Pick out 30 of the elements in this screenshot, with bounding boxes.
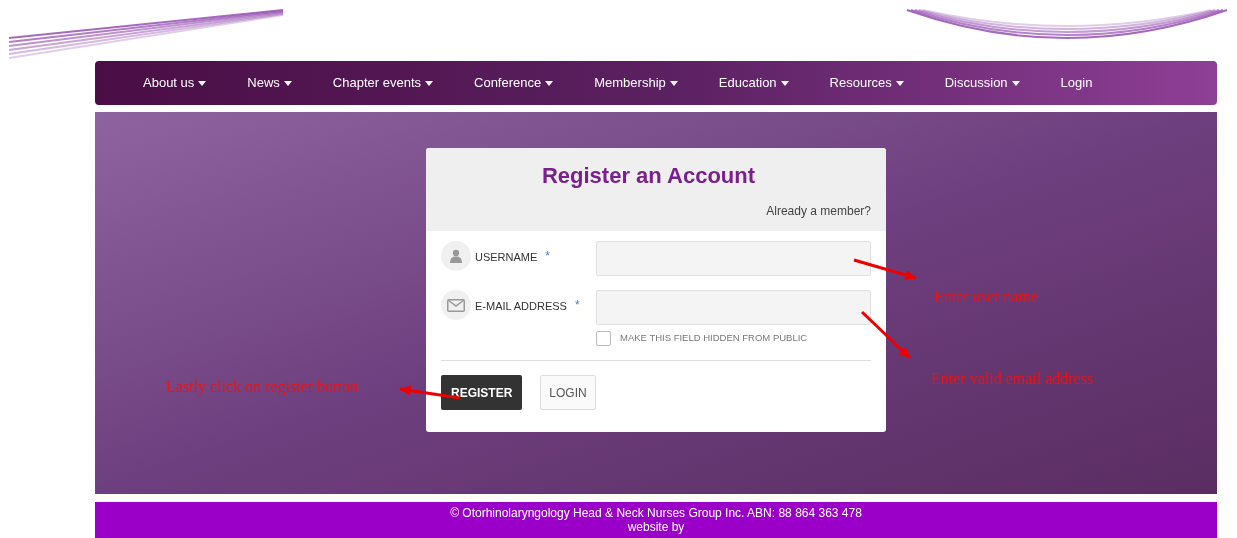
member-link[interactable]: Already a member? — [766, 202, 871, 220]
annotation-text: Enter user name — [934, 287, 1038, 307]
mail-icon — [441, 290, 471, 320]
field-label: USERNAME — [475, 250, 538, 265]
nav-link[interactable]: News — [247, 73, 292, 93]
form-title: Register an Account — [541, 162, 756, 190]
nav-link[interactable]: Chapter events — [332, 73, 433, 93]
arrow-icon — [853, 258, 917, 280]
footer-text: website by — [627, 520, 685, 534]
nav-link[interactable]: Discussion — [944, 73, 1020, 93]
nav-link[interactable]: Conference — [474, 73, 554, 93]
field-label: E-MAIL ADDRESS — [475, 299, 567, 314]
nav-link[interactable]: About us — [143, 73, 207, 93]
user-icon — [441, 241, 471, 271]
annotation-text: Lastly click on register button — [166, 377, 358, 398]
nav-link[interactable]: Membership — [594, 73, 678, 93]
nav-link[interactable]: Login — [1060, 73, 1093, 93]
required-mark: * — [545, 248, 550, 265]
login-button[interactable]: LOGIN — [540, 375, 596, 410]
annotation-text: Enter valid email address — [931, 369, 1094, 389]
nav-link[interactable]: Education — [718, 73, 789, 93]
checkbox[interactable] — [596, 331, 611, 346]
arrow-icon — [860, 310, 912, 360]
checkbox-label: MAKE THIS FIELD HIDDEN FROM PUBLIC — [620, 331, 808, 346]
input-field[interactable] — [596, 290, 871, 325]
required-mark: * — [574, 297, 580, 314]
nav-link[interactable]: Resources — [829, 73, 904, 93]
input-field[interactable] — [596, 241, 871, 276]
footer-text: © Otorhinolaryngology Head & Neck Nurses Group Inc. ABN: 88 864 363 478 — [450, 506, 862, 520]
register-button[interactable]: REGISTER — [441, 375, 523, 410]
